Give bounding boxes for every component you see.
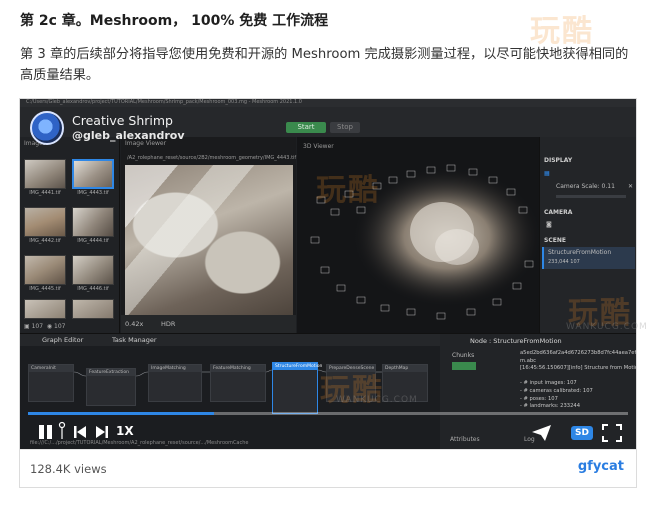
- gfycat-logo[interactable]: gfycat: [578, 459, 624, 474]
- stop-button[interactable]: Stop: [330, 122, 360, 133]
- video-embed: C:/Users/Gleb_alexandrov/project/TUTORIA…: [19, 98, 637, 488]
- node-panel-title: Node : StructureFromMotion: [470, 337, 562, 345]
- graph-node[interactable]: ImageMatching: [148, 364, 202, 402]
- thumbnail-caption: IMG_4445.tif: [29, 286, 61, 292]
- scene-item-meta: 233,044 107: [548, 259, 580, 265]
- zoom-level[interactable]: 0.42x: [125, 320, 143, 328]
- thumbnail-caption: IMG_4444.tif: [77, 238, 109, 244]
- hdr-toggle[interactable]: HDR: [161, 320, 175, 328]
- step-forward-icon[interactable]: [92, 424, 110, 440]
- tab-task-manager[interactable]: Task Manager: [112, 336, 157, 344]
- thumbnail-caption: IMG_4441.tif: [29, 190, 61, 196]
- scene-item-label: StructureFromMotion: [548, 249, 612, 256]
- view-count: 128.4K views: [30, 462, 107, 476]
- channel-name[interactable]: Creative Shrimp: [72, 113, 173, 128]
- article-heading: 第 2c 章。Meshroom， 100% 免费 工作流程: [20, 13, 329, 29]
- thumbnail-caption: IMG_4446.tif: [77, 286, 109, 292]
- thumbnail-caption: IMG_4442.tif: [29, 238, 61, 244]
- step-back-icon[interactable]: [72, 424, 90, 440]
- graph-node[interactable]: DepthMap: [382, 364, 428, 402]
- graph-node[interactable]: CameraInit: [28, 364, 74, 402]
- progress-fill: [28, 412, 214, 415]
- quality-badge[interactable]: SD: [571, 426, 593, 440]
- graph-node-selected[interactable]: StructureFromMotion: [272, 362, 322, 414]
- fullscreen-icon[interactable]: [602, 424, 622, 442]
- 3d-viewer[interactable]: 3D Viewer: [297, 137, 539, 333]
- chunk-item[interactable]: [452, 362, 476, 370]
- grid-icon[interactable]: ▦: [544, 170, 550, 177]
- thumbnail[interactable]: [24, 255, 66, 285]
- thumbnail[interactable]: [24, 207, 66, 237]
- display-title: DISPLAY: [544, 157, 573, 164]
- scene-title: SCENE: [544, 237, 566, 244]
- thumbnail[interactable]: [72, 207, 114, 237]
- display-panel: DISPLAY ▦ Camera Scale: 0.11 ✕ CAMERA ◙ …: [539, 137, 636, 333]
- start-button[interactable]: Start: [286, 122, 326, 133]
- volume-knob-icon[interactable]: [57, 421, 67, 441]
- progress-bar[interactable]: [28, 412, 628, 415]
- viewer-photo: [125, 165, 293, 315]
- embed-footer: 128.4K views gfycat: [20, 449, 636, 487]
- channel-handle[interactable]: @gleb_alexandrov: [72, 129, 185, 142]
- image-viewer-path: /A2_rolephane_reset/source/2B2/meshroom_…: [127, 155, 297, 161]
- camera-scale-slider[interactable]: [556, 195, 626, 198]
- app-titlebar: C:/Users/Gleb_alexandrov/project/TUTORIA…: [20, 99, 636, 107]
- image-viewer[interactable]: Image Viewer /A2_rolephane_reset/source/…: [121, 137, 296, 333]
- thumbnail-selected[interactable]: [72, 159, 114, 189]
- thumbnail[interactable]: [72, 255, 114, 285]
- graph-tabs: Graph Editor Task Manager: [20, 334, 440, 346]
- share-icon[interactable]: [531, 424, 553, 442]
- close-icon[interactable]: ✕: [628, 183, 633, 190]
- thumbnail[interactable]: [72, 299, 114, 319]
- image-viewer-toolbar: 0.42x HDR: [121, 315, 296, 333]
- graph-node[interactable]: PrepareDenseScene: [326, 364, 376, 402]
- thumbnail[interactable]: [24, 159, 66, 189]
- video-player[interactable]: C:/Users/Gleb_alexandrov/project/TUTORIA…: [20, 99, 636, 449]
- camera-title: CAMERA: [544, 209, 573, 216]
- playback-speed[interactable]: 1X: [116, 424, 134, 438]
- pause-icon[interactable]: [36, 423, 56, 441]
- image-count: ▣ 107 ◉ 107: [24, 323, 66, 330]
- camera-icon[interactable]: ◙: [546, 221, 552, 228]
- node-log: a5ed2bd636af2a4d6726273b8d7fc44aea7ef m.…: [520, 350, 636, 410]
- thumbnail[interactable]: [24, 299, 66, 319]
- thumbnail-caption: IMG_4443.tif: [77, 190, 109, 196]
- graph-node[interactable]: FeatureExtraction: [86, 368, 136, 406]
- tab-graph-editor[interactable]: Graph Editor: [42, 336, 83, 344]
- chunks-label: Chunks: [452, 352, 475, 359]
- graph-node[interactable]: FeatureMatching: [210, 364, 266, 402]
- status-path: file:///C:/.../project/TUTORIAL/Meshroom…: [30, 440, 249, 446]
- point-cloud: [310, 164, 539, 320]
- app-titlebar-text: C:/Users/Gleb_alexandrov/project/TUTORIA…: [26, 99, 302, 105]
- article-paragraph: 第 3 章的后续部分将指导您使用免费和开源的 Meshroom 完成摄影测量过程…: [20, 47, 629, 83]
- channel-logo[interactable]: [30, 111, 64, 145]
- images-panel: Images IMG_4441.tif IMG_4443.tif IMG_444…: [20, 137, 120, 333]
- tab-attributes[interactable]: Attributes: [450, 436, 480, 443]
- camera-scale[interactable]: Camera Scale: 0.11: [556, 183, 615, 190]
